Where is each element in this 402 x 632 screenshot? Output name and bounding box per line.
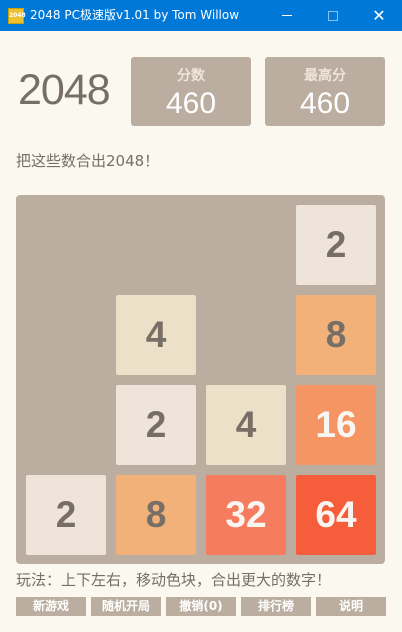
tile: 2 <box>296 205 376 285</box>
app-icon: 2048 <box>8 8 26 24</box>
tile: 4 <box>116 295 196 375</box>
tile: 8 <box>296 295 376 375</box>
minimize-button[interactable] <box>264 0 310 31</box>
window-title: 2048 PC极速版v1.01 by Tom Willow <box>30 8 240 22</box>
best-score-label: 最高分 <box>304 68 346 84</box>
undo-button[interactable]: 撤销(0) <box>166 597 236 616</box>
help-button[interactable]: 说明 <box>316 597 386 616</box>
intro-text: 把这些数合出2048！ <box>16 152 160 170</box>
best-score-value: 460 <box>299 87 351 120</box>
close-button[interactable]: ✕ <box>356 0 402 31</box>
tile: 8 <box>116 475 196 555</box>
title-bar[interactable]: 2048 2048 PC极速版v1.01 by Tom Willow ✕ <box>0 0 402 31</box>
score-label: 分数 <box>177 68 205 84</box>
tile: 2 <box>116 385 196 465</box>
score-box: 分数 460 <box>131 57 251 126</box>
maximize-icon <box>328 10 338 21</box>
tile: 4 <box>206 385 286 465</box>
tile: 16 <box>296 385 376 465</box>
maximize-button[interactable] <box>310 0 356 31</box>
minimize-icon <box>282 15 292 16</box>
game-board[interactable]: 2 4 8 2 4 16 2 8 32 64 <box>16 195 385 564</box>
tile: 2 <box>26 475 106 555</box>
score-value: 460 <box>165 87 217 120</box>
tile: 32 <box>206 475 286 555</box>
tile: 64 <box>296 475 376 555</box>
best-score-box: 最高分 460 <box>265 57 385 126</box>
random-start-button[interactable]: 随机开局 <box>91 597 161 616</box>
instructions-text: 玩法：上下左右，移动色块，合出更大的数字！ <box>16 571 332 589</box>
game-logo: 2048 <box>18 66 111 114</box>
close-icon: ✕ <box>372 6 386 25</box>
new-game-button[interactable]: 新游戏 <box>16 597 86 616</box>
leaderboard-button[interactable]: 排行榜 <box>241 597 311 616</box>
